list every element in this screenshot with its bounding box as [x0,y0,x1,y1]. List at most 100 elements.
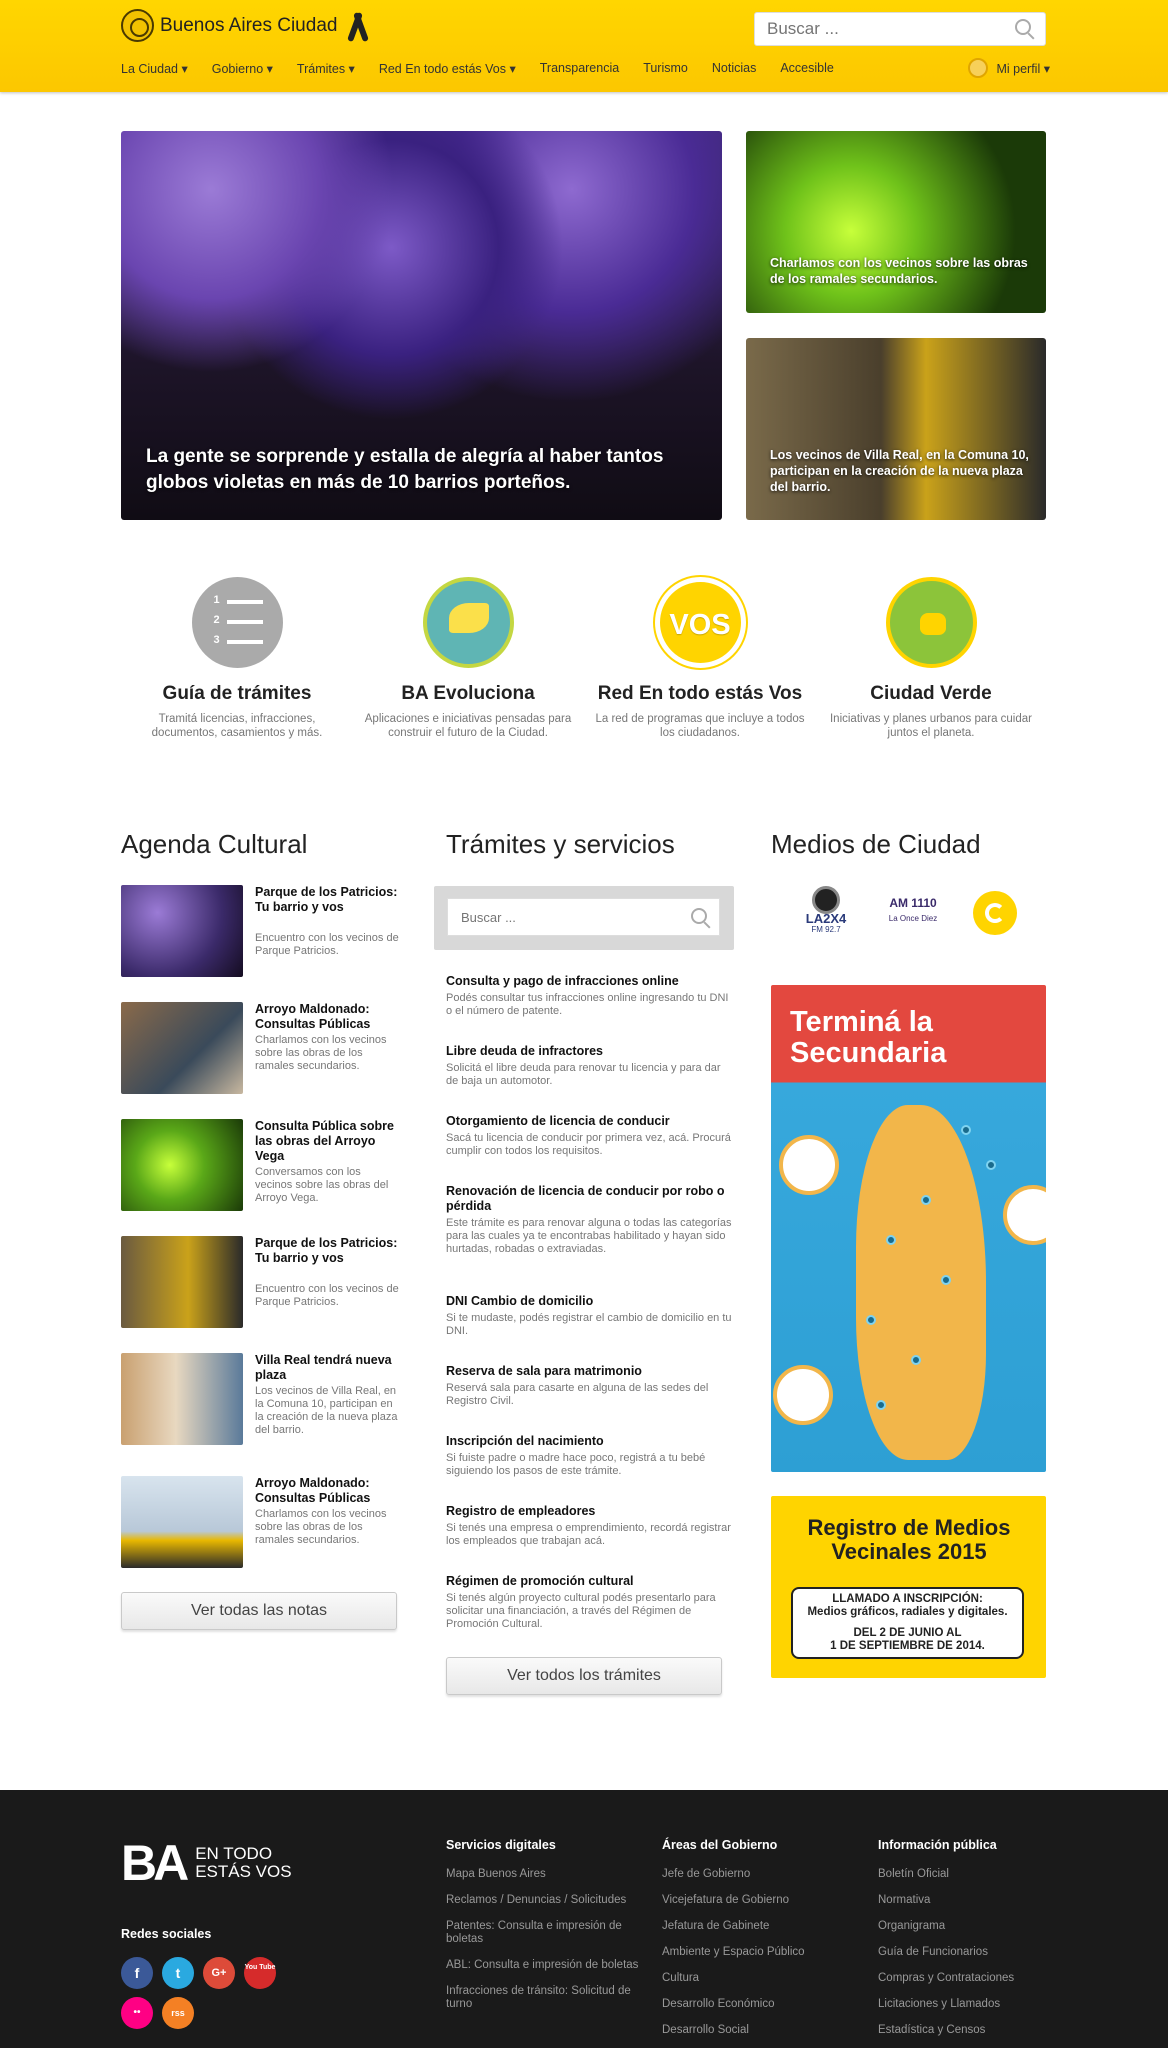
google-plus-icon[interactable]: G+ [203,1957,235,1989]
agenda-item[interactable]: Arroyo Maldonado: Consultas Públicas Cha… [121,1476,401,1568]
tramites-search [434,886,734,950]
footer-link[interactable]: Reclamos / Denuncias / Solicitudes [446,1894,646,1907]
feature-guia-tramites[interactable]: 123 Guía de trámites Tramitá licencias, … [127,577,347,740]
footer-col-areas: Áreas del Gobierno Jefe de Gobierno Vice… [662,1838,862,2050]
feature-title: Red En todo estás Vos [597,683,803,704]
footer-link[interactable]: Patentes: Consulta e impresión de boleta… [446,1920,646,1946]
footer-link[interactable]: Compras y Contrataciones [878,1972,1078,1985]
ver-todos-tramites-button[interactable]: Ver todos los trámites [446,1657,722,1695]
nav-turismo[interactable]: Turismo [643,61,688,76]
site-logo[interactable]: Buenos Aires Ciudad [121,9,368,42]
search-icon[interactable] [1015,19,1031,35]
student-illustration [1003,1185,1046,1245]
ba-logo: BA [121,1835,189,1891]
footer-link[interactable]: Licitaciones y Llamados [878,1998,1078,2011]
nav-accesible[interactable]: Accesible [780,61,834,76]
nav-red-vos[interactable]: Red En todo estás Vos ▾ [379,61,516,76]
speaker-icon [812,886,840,914]
agenda-item[interactable]: Arroyo Maldonado: Consultas Públicas Cha… [121,1002,401,1094]
ad-registro-medios[interactable]: Registro de Medios Vecinales 2015 LLAMAD… [771,1496,1046,1678]
ad-termina-secundaria[interactable]: Terminá la Secundaria [771,985,1046,1472]
tramites-search-input[interactable] [448,899,668,935]
agenda-item-title: Villa Real tendrá nueva plaza [255,1353,392,1382]
nav-gobierno[interactable]: Gobierno ▾ [212,61,273,76]
tramite-item[interactable]: Inscripción del nacimiento Si fuiste padr… [446,1434,732,1478]
footer-link[interactable]: Desarrollo Económico [662,1998,862,2011]
hero-side-card-2[interactable]: Los vecinos de Villa Real, en la Comuna … [746,338,1046,520]
youtube-icon[interactable]: You Tube [244,1957,276,1989]
agenda-item[interactable]: Villa Real tendrá nueva plaza Los vecino… [121,1353,401,1445]
tramite-title: Consulta y pago de infracciones online [446,974,679,988]
tramite-title: Reserva de sala para matrimonio [446,1364,642,1378]
tramite-desc: Si te mudaste, podés registrar el cambio… [446,1312,732,1337]
tramite-title: Otorgamiento de licencia de conducir [446,1114,670,1128]
footer-link[interactable]: Jefe de Gobierno [662,1868,862,1881]
tramite-title: DNI Cambio de domicilio [446,1294,594,1308]
tramites-title: Trámites y servicios [446,829,675,859]
agenda-item[interactable]: Consulta Pública sobre las obras del Arr… [121,1119,401,1211]
nav-transparencia[interactable]: Transparencia [540,61,619,76]
tramite-item[interactable]: Renovación de licencia de conducir por r… [446,1184,732,1256]
nav-tramites[interactable]: Trámites ▾ [297,61,355,76]
radio-am1110-logo[interactable]: AM 1110 La Once Diez [876,886,950,940]
feature-title: BA Evoluciona [401,683,535,704]
tramite-title: Régimen de promoción cultural [446,1574,634,1588]
social-title: Redes sociales [121,1927,212,1941]
tramite-item[interactable]: Libre deuda de infractores Solicitá el li… [446,1044,732,1088]
footer-link[interactable]: Vicejefatura de Gobierno [662,1894,862,1907]
flickr-icon[interactable]: •• [121,1997,153,2029]
agenda-item-title: Arroyo Maldonado: Consultas Públicas [255,1476,371,1505]
feature-desc: Aplicaciones e iniciativas pensadas para… [364,713,572,739]
tramite-desc: Solicitá el libre deuda para renovar tu … [446,1062,721,1087]
feature-red-vos[interactable]: VOS Red En todo estás Vos La red de prog… [590,577,810,740]
map-pin-icon [921,1195,931,1205]
profile-menu[interactable]: Mi perfil ▾ [968,58,1050,78]
radio-ciudad-logo[interactable] [973,886,1019,940]
footer-link[interactable]: ABL: Consulta e impresión de boletas [446,1959,646,1972]
footer-link[interactable]: Normativa [878,1894,1078,1907]
rss-icon[interactable]: rss [162,1997,194,2029]
feature-ba-evoluciona[interactable]: BA Evoluciona Aplicaciones e iniciativas… [358,577,578,740]
tramite-item[interactable]: Otorgamiento de licencia de conducir Sacá… [446,1114,732,1158]
hero-main-card[interactable]: La gente se sorprende y estalla de alegr… [121,131,722,520]
footer-link[interactable]: Jefatura de Gabinete [662,1920,862,1933]
agenda-item[interactable]: Parque de los Patricios: Tu barrio y vos… [121,885,401,977]
tramite-desc: Este trámite es para renovar alguna o to… [446,1217,732,1255]
footer-logo[interactable]: BA EN TODO ESTÁS VOS [121,1835,292,1891]
map-pin-icon [866,1315,876,1325]
ad2-title: Registro de Medios Vecinales 2015 [807,1515,1011,1564]
footer-link[interactable]: Boletín Oficial [878,1868,1078,1881]
ad2-info-box: LLAMADO A INSCRIPCIÓN: Medios gráficos, … [791,1587,1024,1659]
agenda-item-title: Arroyo Maldonado: Consultas Públicas [255,1002,371,1031]
tramite-item[interactable]: Registro de empleadores Si tenés una empr… [446,1504,732,1548]
footer-link[interactable]: Cultura [662,1972,862,1985]
tramite-item[interactable]: Régimen de promoción cultural Si tenés al… [446,1574,732,1631]
tramite-title: Renovación de licencia de conducir por r… [446,1184,725,1213]
tramite-item[interactable]: Reserva de sala para matrimonio Reservá s… [446,1364,732,1408]
footer-link[interactable]: Infracciones de tránsito: Solicitud de t… [446,1985,646,2011]
twitter-icon[interactable]: t [162,1957,194,1989]
hero-main-caption: La gente se sorprende y estalla de alegr… [146,446,664,493]
footer-link[interactable]: Desarrollo Social [662,2024,862,2037]
hero-side-card-1[interactable]: Charlamos con los vecinos sobre las obra… [746,131,1046,313]
tramite-item[interactable]: Consulta y pago de infracciones online Po… [446,974,732,1018]
header-search [754,12,1046,46]
agenda-item[interactable]: Parque de los Patricios: Tu barrio y vos… [121,1236,401,1328]
footer-link[interactable]: Guía de Funcionarios [878,1946,1078,1959]
nav-noticias[interactable]: Noticias [712,61,756,76]
tramite-title: Registro de empleadores [446,1504,596,1518]
radio-la2x4-logo[interactable]: LA2X4 FM 92.7 [786,886,866,940]
footer-link[interactable]: Ambiente y Espacio Público [662,1946,862,1959]
ver-todas-notas-button[interactable]: Ver todas las notas [121,1592,397,1630]
search-icon[interactable] [691,908,707,924]
footer-link[interactable]: Organigrama [878,1920,1078,1933]
nav-la-ciudad[interactable]: La Ciudad ▾ [121,61,188,76]
tramite-item[interactable]: DNI Cambio de domicilio Si te mudaste, po… [446,1294,732,1338]
footer-link[interactable]: Estadística y Censos [878,2024,1078,2037]
feature-ciudad-verde[interactable]: Ciudad Verde Iniciativas y planes urbano… [821,577,1041,740]
ad2-line4: 1 DE SEPTIEMBRE DE 2014. [830,1640,985,1652]
ba-evoluciona-logo [422,577,514,668]
footer-link[interactable]: Mapa Buenos Aires [446,1868,646,1881]
facebook-icon[interactable]: f [121,1957,153,1989]
header-search-input[interactable] [755,13,995,45]
